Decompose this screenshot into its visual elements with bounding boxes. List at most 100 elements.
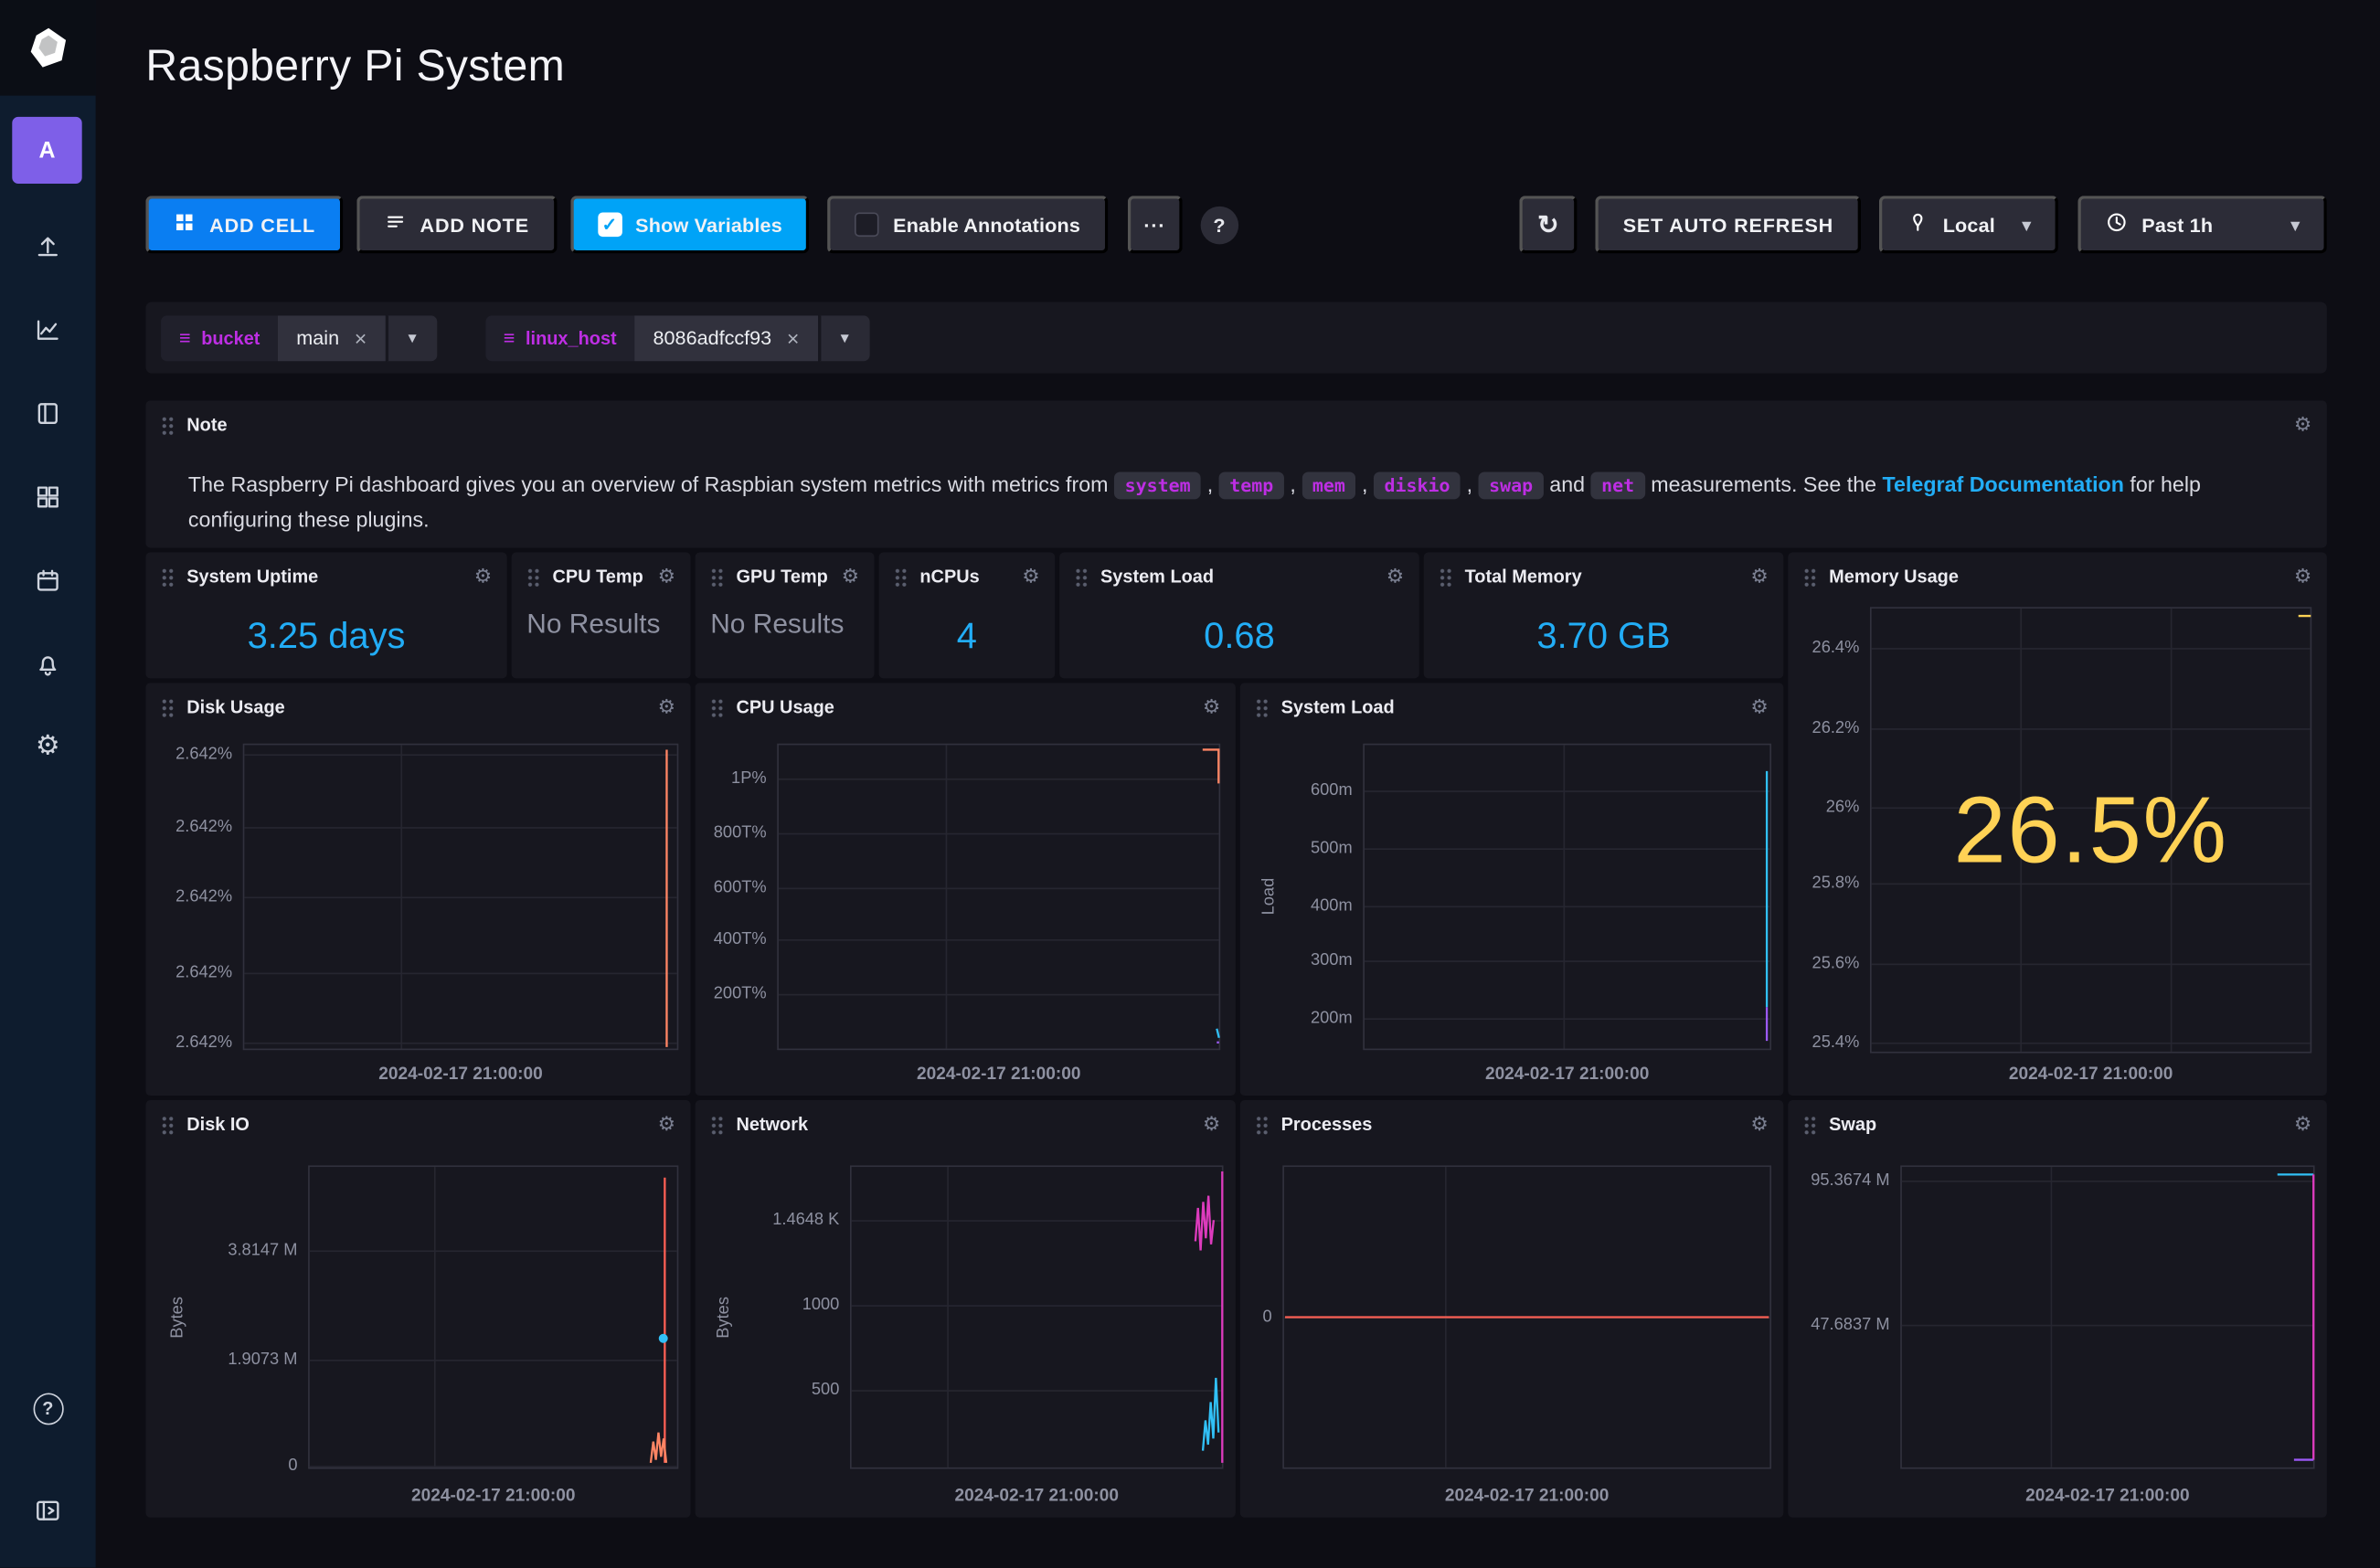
chart-plot: 1.4648 K1000500 <box>850 1165 1224 1468</box>
cell-swap: Swap ⚙ 95.3674 M47.6837 M 2024-02-17 21:… <box>1788 1100 2327 1518</box>
notebooks-icon[interactable] <box>33 397 63 428</box>
org-avatar[interactable]: A <box>12 117 81 184</box>
y-axis-tick: 0 <box>1262 1308 1271 1327</box>
set-auto-refresh-button[interactable]: SET AUTO REFRESH <box>1596 196 1861 253</box>
alerts-icon[interactable] <box>33 648 63 678</box>
x-axis-label: 2024-02-17 21:00:00 <box>243 1065 679 1084</box>
gear-icon[interactable]: ⚙ <box>2294 414 2311 434</box>
gear-icon[interactable]: ⚙ <box>658 566 675 586</box>
drag-handle-icon[interactable] <box>161 1116 175 1136</box>
y-axis-tick: 200m <box>1311 1009 1353 1027</box>
drag-handle-icon[interactable] <box>526 567 540 588</box>
show-variables-toggle[interactable]: ✓ Show Variables <box>570 196 810 253</box>
chart-series <box>1282 1165 1771 1468</box>
influxdb-dashboard-window: A ⚙ ? Raspberry Pi System <box>0 0 2380 1568</box>
gear-icon[interactable]: ⚙ <box>474 566 492 586</box>
enable-annotations-toggle[interactable]: Enable Annotations <box>828 196 1108 253</box>
refresh-button[interactable]: ↻ <box>1520 196 1578 253</box>
drag-handle-icon[interactable] <box>710 567 724 588</box>
variable-value-dropdown[interactable]: main × <box>278 315 385 361</box>
influxdb-logo[interactable] <box>0 0 96 96</box>
y-axis-tick: 1000 <box>802 1296 840 1314</box>
clear-icon[interactable]: × <box>787 327 800 348</box>
panel-title: CPU Usage <box>736 696 834 718</box>
tasks-icon[interactable] <box>33 565 63 595</box>
data-explorer-icon[interactable] <box>33 314 63 344</box>
variable-icon: ≡ <box>504 326 515 349</box>
drag-handle-icon[interactable] <box>1255 698 1269 718</box>
timezone-label: Local <box>1943 213 1995 236</box>
drag-handle-icon[interactable] <box>1803 567 1817 588</box>
gear-icon[interactable]: ⚙ <box>1022 566 1039 586</box>
panel-title: Processes <box>1281 1114 1373 1136</box>
gear-icon[interactable]: ⚙ <box>2294 1114 2311 1134</box>
y-axis-tick: 25.6% <box>1812 954 1860 972</box>
variable-caret-button[interactable]: ▾ <box>385 315 436 361</box>
x-axis-label: 2024-02-17 21:00:00 <box>1363 1065 1771 1084</box>
variable-value-dropdown[interactable]: 8086adfccf93 × <box>635 315 818 361</box>
help-icon[interactable]: ? <box>33 1393 63 1424</box>
variable-name-chip[interactable]: ≡ linux_host <box>485 315 635 361</box>
gear-icon[interactable]: ⚙ <box>658 1114 675 1134</box>
toolbar-help-button[interactable]: ? <box>1200 206 1238 244</box>
drag-handle-icon[interactable] <box>1075 567 1089 588</box>
gear-icon[interactable]: ⚙ <box>2294 566 2311 586</box>
variable-caret-button[interactable]: ▾ <box>817 315 868 361</box>
chart-series <box>1363 744 1771 1050</box>
drag-handle-icon[interactable] <box>161 567 175 588</box>
add-note-button[interactable]: ADD NOTE <box>356 196 557 253</box>
checkbox-checked-icon: ✓ <box>598 212 622 237</box>
gear-icon[interactable]: ⚙ <box>1750 1114 1768 1134</box>
add-cell-button[interactable]: ADD CELL <box>145 196 342 253</box>
y-axis-tick: 1.9073 M <box>228 1351 297 1369</box>
y-axis-tick: 25.8% <box>1812 874 1860 893</box>
gear-icon[interactable]: ⚙ <box>1203 696 1220 716</box>
more-options-button[interactable]: ··· <box>1128 196 1183 253</box>
drag-handle-icon[interactable] <box>1439 567 1452 588</box>
panel-title: System Load <box>1281 696 1395 718</box>
chart-plot: 0 <box>1282 1165 1771 1468</box>
clock-icon <box>2105 211 2128 238</box>
time-range-dropdown[interactable]: Past 1h ▾ <box>2077 196 2326 253</box>
gear-icon[interactable]: ⚙ <box>1203 1114 1220 1134</box>
gear-icon[interactable]: ⚙ <box>1750 696 1768 716</box>
gear-icon[interactable]: ⚙ <box>1387 566 1404 586</box>
set-auto-refresh-label: SET AUTO REFRESH <box>1623 213 1833 236</box>
gear-icon[interactable]: ⚙ <box>1750 566 1768 586</box>
variable-name-chip[interactable]: ≡ bucket <box>161 315 278 361</box>
y-axis-tick: 26% <box>1826 799 1860 817</box>
panel-title: Swap <box>1829 1114 1876 1136</box>
x-axis-label: 2024-02-17 21:00:00 <box>308 1487 678 1505</box>
drag-handle-icon[interactable] <box>710 1116 724 1136</box>
timezone-dropdown[interactable]: Local ▾ <box>1879 196 2058 253</box>
drag-handle-icon[interactable] <box>161 416 175 436</box>
drag-handle-icon[interactable] <box>1803 1116 1817 1136</box>
drag-handle-icon[interactable] <box>894 567 908 588</box>
telegraf-doc-link[interactable]: Telegraf Documentation <box>1883 471 2124 496</box>
dashboards-icon[interactable] <box>33 481 63 511</box>
add-cell-label: ADD CELL <box>209 213 315 236</box>
single-stat-value: 3.70 GB <box>1536 615 1670 657</box>
drag-handle-icon[interactable] <box>1255 1116 1269 1136</box>
gear-icon[interactable]: ⚙ <box>658 696 675 716</box>
y-axis-tick: 2.642% <box>175 818 232 836</box>
panel-title: System Uptime <box>186 566 318 588</box>
y-axis-title: Bytes <box>714 1165 735 1468</box>
dashboard-toolbar: ADD CELL ADD NOTE ✓ Show Variables Enabl… <box>145 196 2326 253</box>
measurement-chip: mem <box>1302 471 1355 499</box>
load-data-icon[interactable] <box>33 230 63 260</box>
chart-point <box>659 1334 668 1343</box>
y-axis-tick: 1.4648 K <box>772 1211 839 1229</box>
drag-handle-icon[interactable] <box>161 698 175 718</box>
no-results-text: No Results <box>526 609 660 639</box>
gear-icon[interactable]: ⚙ <box>842 566 859 586</box>
y-axis-tick: 2.642% <box>175 888 232 906</box>
y-axis-tick: 300m <box>1311 951 1353 969</box>
single-stat-value: 3.25 days <box>248 615 406 657</box>
drag-handle-icon[interactable] <box>710 698 724 718</box>
settings-gear-icon[interactable]: ⚙ <box>33 730 63 760</box>
panel-title: Note <box>186 414 227 436</box>
chevron-down-icon: ▾ <box>2291 215 2300 235</box>
collapse-nav-icon[interactable] <box>33 1495 63 1525</box>
clear-icon[interactable]: × <box>355 327 367 348</box>
